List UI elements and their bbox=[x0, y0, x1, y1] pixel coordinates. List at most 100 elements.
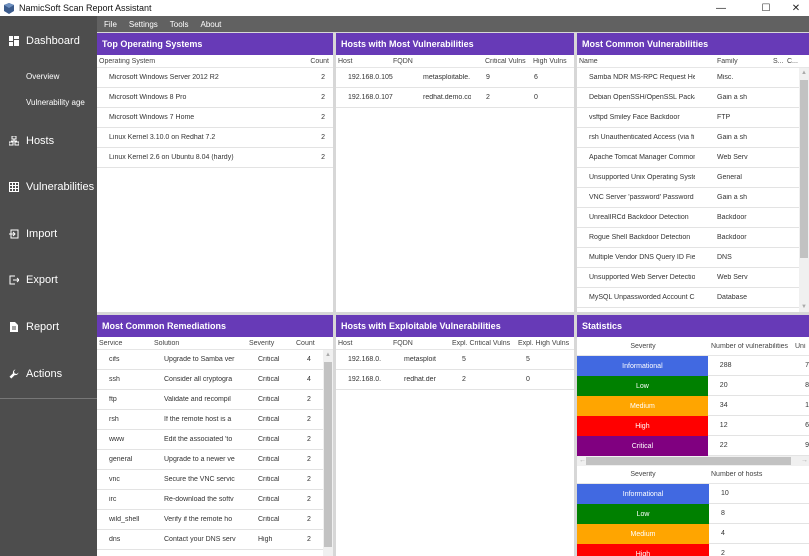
sidebar-item-hosts[interactable]: Hosts bbox=[0, 132, 97, 150]
menu-file[interactable]: File bbox=[104, 20, 117, 29]
table-row[interactable]: Microsoft Windows 8 Pro 2 bbox=[97, 88, 333, 108]
column-header[interactable]: Severity bbox=[249, 340, 296, 347]
close-button[interactable]: ✕ bbox=[781, 0, 809, 16]
stats-row[interactable]: Informational 10 bbox=[577, 484, 809, 504]
table-row[interactable]: www Edit the associated 'to Critical 2 bbox=[97, 430, 333, 450]
stats-horizontal-scrollbar[interactable]: ← → bbox=[577, 456, 809, 466]
scroll-right-icon[interactable]: → bbox=[801, 456, 808, 466]
stats-row[interactable]: Low 8 bbox=[577, 504, 809, 524]
table-row[interactable]: 192.168.0. metasploit 5 5 bbox=[336, 350, 574, 370]
table-row[interactable]: UnrealIRCd Backdoor Detection Backdoor bbox=[577, 208, 809, 228]
stats-row[interactable]: Medium 4 bbox=[577, 524, 809, 544]
table-row[interactable]: Debian OpenSSH/OpenSSL Package Gain a sh bbox=[577, 88, 809, 108]
table-row[interactable]: Unsupported Web Server Detection Web Serv bbox=[577, 268, 809, 288]
remediations-panel: Most Common Remediations Service Solutio… bbox=[97, 315, 333, 556]
column-header[interactable]: Expl. High Vulns bbox=[518, 340, 574, 347]
sidebar-item-actions[interactable]: Actions bbox=[0, 365, 97, 383]
table-row[interactable]: Rogue Shell Backdoor Detection Backdoor bbox=[577, 228, 809, 248]
table-row[interactable]: VNC Server 'password' Password Gain a sh bbox=[577, 188, 809, 208]
stats-row[interactable]: High 2 bbox=[577, 544, 809, 556]
table-row[interactable]: vsftpd Smiley Face Backdoor FTP bbox=[577, 108, 809, 128]
common-vulns-scrollbar[interactable]: ▲ ▼ bbox=[799, 68, 809, 312]
table-row[interactable]: general Upgrade to a newer ve Critical 2 bbox=[97, 450, 333, 470]
scroll-left-icon[interactable]: ← bbox=[579, 456, 586, 466]
menu-about[interactable]: About bbox=[200, 20, 221, 29]
remediations-scrollbar[interactable]: ▲ bbox=[323, 350, 333, 556]
column-header[interactable]: FQDN bbox=[393, 340, 452, 347]
sidebar-item-dashboard[interactable]: Dashboard bbox=[0, 32, 97, 50]
table-row[interactable]: 192.168.0.105 metasploitable. 9 6 bbox=[336, 68, 574, 88]
table-row[interactable]: cifs Upgrade to Samba ver Critical 4 bbox=[97, 350, 333, 370]
sidebar-item-import[interactable]: Import bbox=[0, 225, 97, 243]
column-header[interactable]: Number of hosts bbox=[709, 471, 809, 478]
top-os-panel: Top Operating Systems Operating System C… bbox=[97, 33, 333, 312]
column-header[interactable]: Host bbox=[336, 340, 393, 347]
column-header[interactable]: Severity bbox=[577, 343, 709, 350]
maximize-button[interactable]: ☐ bbox=[751, 0, 781, 16]
sidebar-item-export[interactable]: Export bbox=[0, 271, 97, 289]
table-row[interactable]: rsh Unauthenticated Access (via fing Gain… bbox=[577, 128, 809, 148]
column-header[interactable]: Expl. Critical Vulns bbox=[452, 340, 518, 347]
table-row[interactable]: wild_shell Verify if the remote ho Critica… bbox=[97, 510, 333, 530]
table-row[interactable]: ftp Validate and recompil Critical 2 bbox=[97, 390, 333, 410]
column-header[interactable]: Name bbox=[577, 58, 717, 65]
table-row[interactable]: 192.168.0. redhat.der 2 0 bbox=[336, 370, 574, 390]
column-header[interactable]: Severity bbox=[577, 471, 709, 478]
stats-row[interactable]: Medium 34 1 bbox=[577, 396, 809, 416]
table-row[interactable]: Microsoft Windows 7 Home 2 bbox=[97, 108, 333, 128]
os-name: Microsoft Windows 8 Pro bbox=[109, 94, 187, 101]
column-header[interactable]: Solution bbox=[154, 340, 249, 347]
column-header[interactable]: S... bbox=[773, 58, 787, 65]
column-header[interactable]: Host bbox=[336, 58, 393, 65]
column-header[interactable]: Uni bbox=[795, 343, 809, 350]
menu-tools[interactable]: Tools bbox=[170, 20, 189, 29]
scrollbar-thumb[interactable] bbox=[324, 362, 332, 547]
scroll-up-icon[interactable]: ▲ bbox=[799, 68, 809, 78]
sidebar-subitem-vulnerability-age[interactable]: Vulnerability age bbox=[26, 98, 85, 107]
sidebar-subitem-overview[interactable]: Overview bbox=[26, 72, 59, 81]
column-header[interactable]: Count bbox=[296, 340, 326, 347]
table-row[interactable]: Linux Kernel 3.10.0 on Redhat 7.2 2 bbox=[97, 128, 333, 148]
solution: Consider all cryptogra bbox=[164, 376, 233, 383]
column-header[interactable]: C... bbox=[787, 58, 801, 65]
sidebar-item-report[interactable]: Report bbox=[0, 318, 97, 336]
table-row[interactable]: Unsupported Unix Operating System General bbox=[577, 168, 809, 188]
column-header[interactable]: FQDN bbox=[393, 58, 485, 65]
scrollbar-thumb[interactable] bbox=[586, 457, 791, 465]
table-row[interactable]: Multiple Vendor DNS Query ID Field I DNS bbox=[577, 248, 809, 268]
sidebar-item-vulnerabilities[interactable]: Vulnerabilities bbox=[0, 178, 97, 196]
column-header[interactable]: Number of vulnerabilities bbox=[709, 343, 795, 350]
table-row[interactable]: MySQL Unpassworded Account Che Database bbox=[577, 288, 809, 308]
column-header[interactable]: Count bbox=[305, 58, 329, 65]
table-row[interactable]: vnc Secure the VNC servic Critical 2 bbox=[97, 470, 333, 490]
table-row[interactable]: Linux Kernel 2.6 on Ubuntu 8.04 (hardy) 2 bbox=[97, 148, 333, 168]
critical-vulns: 2 bbox=[486, 94, 490, 101]
column-header[interactable]: Operating System bbox=[97, 58, 305, 65]
scroll-down-icon[interactable]: ▼ bbox=[799, 302, 809, 312]
table-row[interactable]: rsh If the remote host is a Critical 2 bbox=[97, 410, 333, 430]
scroll-up-icon[interactable]: ▲ bbox=[323, 350, 333, 360]
table-row[interactable]: Samba NDR MS-RPC Request Heap- Misc. bbox=[577, 68, 809, 88]
table-row[interactable]: irc Re-download the softv Critical 2 bbox=[97, 490, 333, 510]
expl-high-vulns: 5 bbox=[526, 356, 530, 363]
table-row[interactable]: dns Contact your DNS serv High 2 bbox=[97, 530, 333, 550]
column-header[interactable]: Service bbox=[97, 340, 154, 347]
stats-row[interactable]: Low 20 8 bbox=[577, 376, 809, 396]
table-row[interactable]: ssh Consider all cryptogra Critical 4 bbox=[97, 370, 333, 390]
table-row[interactable]: Microsoft Windows Server 2012 R2 2 bbox=[97, 68, 333, 88]
statistics-panel: Statistics Severity Number of vulnerabil… bbox=[577, 315, 809, 556]
stats-row[interactable]: Critical 22 9 bbox=[577, 436, 809, 456]
column-header[interactable]: High Vulns bbox=[533, 58, 573, 65]
panel-title: Most Common Vulnerabilities bbox=[577, 33, 809, 55]
menu-settings[interactable]: Settings bbox=[129, 20, 158, 29]
column-header[interactable]: Family bbox=[717, 58, 773, 65]
service: general bbox=[109, 456, 133, 463]
minimize-button[interactable]: — bbox=[706, 0, 736, 16]
stats-row[interactable]: Informational 288 7 bbox=[577, 356, 809, 376]
top-os-table-body: Microsoft Windows Server 2012 R2 2 Microso… bbox=[97, 68, 333, 168]
column-header[interactable]: Critical Vulns bbox=[485, 58, 533, 65]
table-row[interactable]: 192.168.0.107 redhat.demo.co 2 0 bbox=[336, 88, 574, 108]
table-row[interactable]: Apache Tomcat Manager Common / Web Serv bbox=[577, 148, 809, 168]
stats-row[interactable]: High 12 6 bbox=[577, 416, 809, 436]
scrollbar-thumb[interactable] bbox=[800, 80, 808, 258]
